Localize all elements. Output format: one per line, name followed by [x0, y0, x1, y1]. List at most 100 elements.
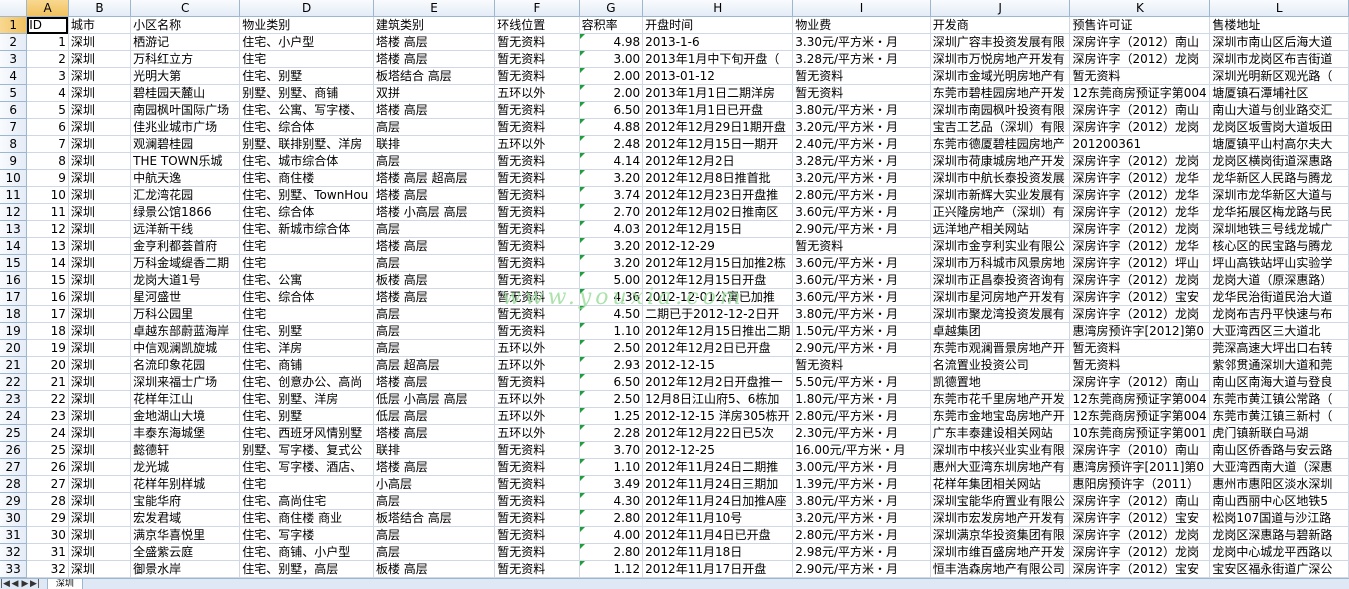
cell[interactable]: 深圳: [68, 186, 132, 204]
cell[interactable]: 2012年11月24日加推A座: [642, 492, 794, 510]
cell[interactable]: 2012-12-29: [642, 237, 794, 255]
header-cell[interactable]: 小区名称: [130, 16, 241, 34]
cell[interactable]: 住宅: [239, 475, 374, 493]
cell[interactable]: 龙岗区坂雪岗大道坂田: [1209, 118, 1349, 136]
cell[interactable]: 卓越东部蔚蓝海岸: [130, 322, 241, 340]
cell[interactable]: 龙岗大道1号: [130, 271, 241, 289]
row-number[interactable]: 29: [0, 492, 28, 510]
cell[interactable]: 深房许字（2012）宝安: [1069, 288, 1211, 306]
cell[interactable]: 12东莞商房预证字第004: [1069, 407, 1211, 425]
row-number[interactable]: 24: [0, 407, 28, 425]
cell[interactable]: 名流印象花园: [130, 356, 241, 374]
row-number[interactable]: 23: [0, 390, 28, 408]
cell[interactable]: 3.70: [579, 441, 644, 459]
row-number[interactable]: 8: [0, 135, 28, 153]
cell[interactable]: 5: [26, 101, 69, 119]
cell[interactable]: 深圳广容丰投资发展有限: [930, 33, 1071, 51]
header-cell[interactable]: 开盘时间: [642, 16, 794, 34]
cell[interactable]: 3.80元/平方米・月: [792, 492, 931, 510]
cell[interactable]: 2.50: [579, 390, 644, 408]
cell[interactable]: 2012-12-01公寓已加推: [642, 288, 794, 306]
cell[interactable]: 住宅、小户型: [239, 33, 374, 51]
cell[interactable]: 塔楼 高层: [373, 424, 496, 442]
cell[interactable]: 观澜碧桂园: [130, 135, 241, 153]
cell[interactable]: 3.30元/平方米・月: [792, 33, 931, 51]
row-number[interactable]: 13: [0, 220, 28, 238]
cell[interactable]: 10东莞商房预证字第001: [1069, 424, 1211, 442]
cell[interactable]: 暂无资料: [494, 237, 580, 255]
cell[interactable]: 宏发君域: [130, 509, 241, 527]
cell[interactable]: 五环以外: [494, 339, 580, 357]
row-number[interactable]: 2: [0, 33, 28, 51]
cell[interactable]: 暂无资料: [494, 101, 580, 119]
cell[interactable]: 深圳: [68, 67, 132, 85]
cell[interactable]: 塘厦镇石潭埔社区: [1209, 84, 1349, 102]
cell[interactable]: 暂无资料: [494, 305, 580, 323]
cell[interactable]: 深房许字（2012）南山: [1069, 101, 1211, 119]
cell[interactable]: 2013年1月中下旬开盘（: [642, 50, 794, 68]
cell[interactable]: 2012年12月2日开盘推一: [642, 373, 794, 391]
cell[interactable]: 9: [26, 169, 69, 187]
cell[interactable]: 暂无资料: [494, 492, 580, 510]
cell[interactable]: 4.30: [579, 492, 644, 510]
cell[interactable]: 12东莞商房预证字第004: [1069, 84, 1211, 102]
cell[interactable]: 12东莞商房预证字第004: [1069, 390, 1211, 408]
cell[interactable]: 4.36: [579, 288, 644, 306]
cell[interactable]: 南山西丽中心区地铁5: [1209, 492, 1349, 510]
cell[interactable]: 核心区的民宝路与腾龙: [1209, 237, 1349, 255]
cell[interactable]: 2.98元/平方米・月: [792, 543, 931, 561]
cell[interactable]: 深圳市维百盛房地产开发: [930, 543, 1071, 561]
cell[interactable]: 3.28元/平方米・月: [792, 50, 931, 68]
cell[interactable]: 深圳地铁三号线龙城广: [1209, 220, 1349, 238]
cell[interactable]: THE TOWN乐城: [130, 152, 241, 170]
cell[interactable]: 惠州市惠阳区淡水深圳: [1209, 475, 1349, 493]
cell[interactable]: 宝吉工艺品（深圳）有限: [930, 118, 1071, 136]
cell[interactable]: 紫邻贯通深圳大道和莞: [1209, 356, 1349, 374]
cell[interactable]: 2.80: [579, 509, 644, 527]
cell[interactable]: 花样年江山: [130, 390, 241, 408]
cell[interactable]: 3.60元/平方米・月: [792, 203, 931, 221]
cell[interactable]: 深圳: [68, 254, 132, 272]
cell[interactable]: 暂无资料: [494, 560, 580, 578]
cell[interactable]: 板塔结合 高层: [373, 509, 496, 527]
cell[interactable]: 深房许字（2012）宝安: [1069, 509, 1211, 527]
column-header-e[interactable]: E: [373, 0, 496, 17]
cell[interactable]: 塔楼 高层: [373, 50, 496, 68]
cell[interactable]: 高层: [373, 254, 496, 272]
header-cell[interactable]: 城市: [68, 16, 132, 34]
cell[interactable]: 3.80元/平方米・月: [792, 101, 931, 119]
cell[interactable]: 深圳: [68, 84, 132, 102]
cell[interactable]: 低层 小高层 高层: [373, 390, 496, 408]
cell[interactable]: 龙华新区人民路与腾龙: [1209, 169, 1349, 187]
cell[interactable]: 南山区南海大道与登良: [1209, 373, 1349, 391]
cell[interactable]: 2013-1-6: [642, 33, 794, 51]
cell[interactable]: 五环以外: [494, 135, 580, 153]
cell[interactable]: 联排: [373, 441, 496, 459]
cell[interactable]: 23: [26, 407, 69, 425]
cell[interactable]: 凯德置地: [930, 373, 1071, 391]
row-number[interactable]: 30: [0, 509, 28, 527]
cell[interactable]: 高层 超高层: [373, 356, 496, 374]
cell[interactable]: 塔楼 高层: [373, 237, 496, 255]
cell[interactable]: 塔楼 高层: [373, 373, 496, 391]
cell[interactable]: 深圳: [68, 424, 132, 442]
cell[interactable]: 惠阳房预许字（2011）: [1069, 475, 1211, 493]
cell[interactable]: 深房许字（2012）龙华: [1069, 203, 1211, 221]
cell[interactable]: 深圳: [68, 543, 132, 561]
cell[interactable]: 2.28: [579, 424, 644, 442]
cell[interactable]: 万科金域缇香二期: [130, 254, 241, 272]
cell[interactable]: 深圳: [68, 526, 132, 544]
cell[interactable]: 2.93: [579, 356, 644, 374]
cell[interactable]: 2012-12-25: [642, 441, 794, 459]
cell[interactable]: 深圳: [68, 135, 132, 153]
cell[interactable]: 2012年12月15日开盘: [642, 271, 794, 289]
cell[interactable]: 龙华拓展区梅龙路与民: [1209, 203, 1349, 221]
cell[interactable]: 暂无资料: [494, 118, 580, 136]
cell[interactable]: 2.70: [579, 203, 644, 221]
cell[interactable]: 深圳市南园枫叶投资有限: [930, 101, 1071, 119]
cell[interactable]: 24: [26, 424, 69, 442]
cell[interactable]: 2012年11月24日三期加: [642, 475, 794, 493]
cell[interactable]: 龙华民治街道民治大道: [1209, 288, 1349, 306]
cell[interactable]: 塔楼 高层: [373, 288, 496, 306]
cell[interactable]: 深圳: [68, 407, 132, 425]
